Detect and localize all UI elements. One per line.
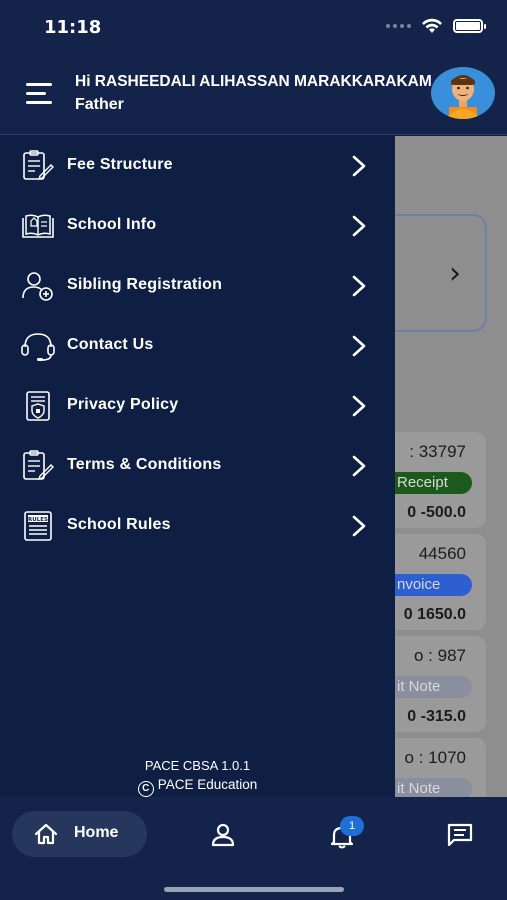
home-indicator (164, 887, 344, 892)
menu-item-label: Fee Structure (67, 156, 173, 173)
menu-item-school-info[interactable]: School Info (0, 196, 395, 256)
status-badge: it Note (395, 778, 472, 797)
amount: 0 -315.0 (407, 708, 466, 725)
menu-item-school-rules[interactable]: RULES School Rules (0, 496, 395, 556)
status-time: 11:18 (44, 17, 102, 38)
amount: 0 -500.0 (407, 504, 466, 521)
document-number: : 33797 (409, 442, 466, 461)
nav-home-label: Home (74, 824, 119, 841)
document-number: o : 1070 (404, 748, 466, 767)
avatar[interactable] (431, 67, 495, 119)
menu-item-label: Contact Us (67, 336, 154, 353)
list-item: 44560 nvoice 0 1650.0 (395, 534, 486, 630)
list-item: o : 987 it Note 0 -315.0 (395, 636, 486, 732)
hamburger-menu-icon[interactable] (26, 83, 54, 105)
status-bar: 11:18 (0, 0, 507, 55)
menu-item-privacy-policy[interactable]: Privacy Policy (0, 376, 395, 436)
status-badge: it Note (395, 676, 472, 698)
profile-icon[interactable] (210, 823, 236, 847)
document-number: o : 987 (414, 646, 466, 665)
user-greeting: Hi RASHEEDALI ALIHASSAN MARAKKARAKAM (75, 73, 432, 90)
rules-badge-text: RULES (28, 517, 48, 523)
user-role: Father (75, 96, 124, 113)
menu-item-label: Sibling Registration (67, 276, 223, 293)
navigation-drawer: Fee Structure School Info Sibling Regist… (0, 136, 395, 797)
chevron-right-icon (352, 335, 366, 357)
wifi-icon (422, 18, 442, 33)
chevron-right-icon: › (449, 256, 461, 291)
sibling-registration-icon (22, 272, 53, 301)
chevron-right-icon (352, 215, 366, 237)
notification-count-badge: 1 (340, 816, 364, 836)
amount: 0 1650.0 (403, 606, 466, 623)
bottom-navigation: Home 1 (0, 797, 507, 900)
chevron-right-icon (352, 275, 366, 297)
home-icon (34, 823, 58, 845)
status-badge: nvoice (395, 574, 472, 596)
status-icons (386, 18, 486, 34)
menu-item-label: Privacy Policy (67, 396, 179, 413)
terms-icon (23, 450, 54, 481)
menu-item-label: Terms & Conditions (67, 456, 222, 473)
menu-item-terms-conditions[interactable]: Terms & Conditions (0, 436, 395, 496)
battery-icon (453, 19, 486, 33)
nav-home-button[interactable]: Home (12, 811, 147, 857)
headset-icon (21, 333, 55, 361)
privacy-policy-icon (26, 391, 50, 421)
background-page: › : 33797 Receipt 0 -500.0 44560 nvoice … (395, 136, 507, 797)
menu-item-sibling-registration[interactable]: Sibling Registration (0, 256, 395, 316)
chat-icon[interactable] (447, 823, 473, 847)
app-header: Hi RASHEEDALI ALIHASSAN MARAKKARAKAM Fat… (0, 55, 507, 135)
copyright-icon: C (137, 781, 154, 797)
chevron-right-icon (352, 515, 366, 537)
rules-icon: RULES (24, 511, 52, 541)
list-item: : 33797 Receipt 0 -500.0 (395, 432, 486, 528)
menu-item-label: School Rules (67, 516, 171, 533)
background-card (395, 214, 487, 332)
copyright-text: PACE Education (157, 777, 258, 792)
menu-item-label: School Info (67, 216, 157, 233)
document-number: 44560 (418, 544, 466, 563)
status-badge: Receipt (395, 472, 472, 494)
menu-item-fee-structure[interactable]: Fee Structure (0, 136, 395, 196)
app-version: PACE CBSA 1.0.1 (144, 758, 251, 773)
school-info-icon (22, 214, 54, 238)
chevron-right-icon (352, 155, 366, 177)
chevron-right-icon (352, 455, 366, 477)
chevron-right-icon (352, 395, 366, 417)
list-item: o : 1070 it Note (395, 738, 486, 797)
fee-structure-icon (23, 150, 54, 181)
copyright: C PACE Education (0, 777, 395, 797)
cellular-signal-icon (386, 24, 411, 28)
menu-item-contact-us[interactable]: Contact Us (0, 316, 395, 376)
